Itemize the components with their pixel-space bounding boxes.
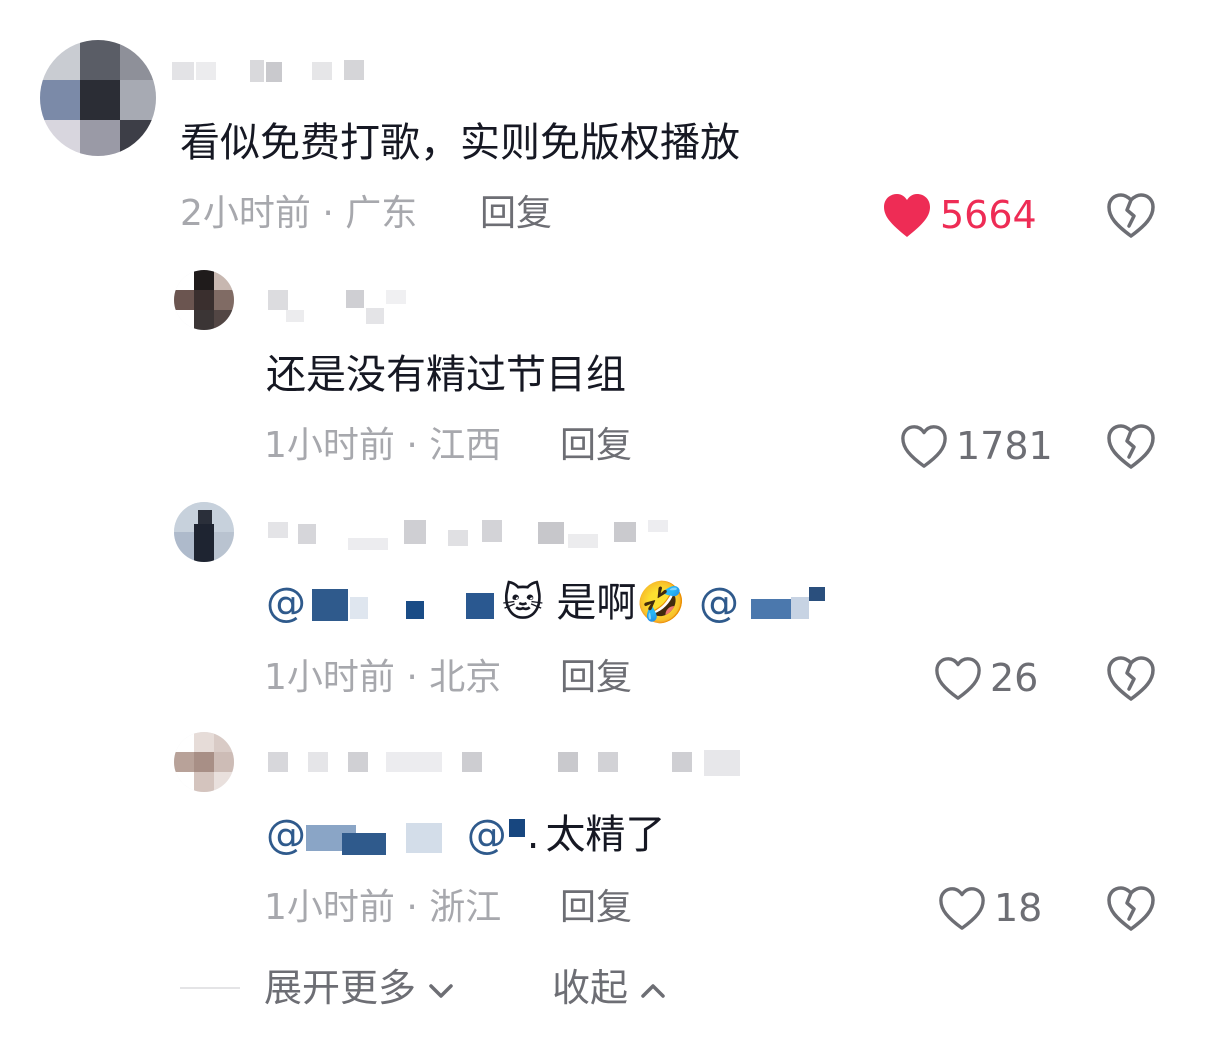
broken-heart-icon[interactable] <box>1106 886 1156 932</box>
comment-meta: 1小时前 · 北京 <box>264 656 501 700</box>
like-count: 26 <box>990 656 1039 700</box>
expand-more-label: 展开更多 <box>264 966 417 1010</box>
reply-button[interactable]: 回复 <box>560 656 632 700</box>
mention-name-blurred <box>739 587 829 623</box>
like-count: 5664 <box>940 193 1037 237</box>
username-blurred[interactable] <box>172 58 372 88</box>
comment-text: @ 🐱 是啊🤣 @ <box>266 578 829 628</box>
heart-outline-icon[interactable] <box>900 424 948 470</box>
mention-name-blurred <box>306 587 496 623</box>
comment-location: 江西 <box>429 425 502 466</box>
username-blurred[interactable] <box>268 290 418 324</box>
comment-text-mid: 是啊 <box>556 580 637 626</box>
mention[interactable]: @ <box>699 580 829 626</box>
comment-text: @ @ . 太精了 <box>266 810 665 860</box>
meta-separator: · <box>394 887 430 928</box>
reply-button[interactable]: 回复 <box>480 192 552 236</box>
broken-heart-icon[interactable] <box>1106 424 1156 470</box>
mention-name-blurred <box>507 819 527 855</box>
emoji-cat: 🐱 <box>502 580 544 626</box>
comment-text: 看似免费打歌，实则免版权播放 <box>180 120 740 166</box>
comment-text-tail: 太精了 <box>545 812 666 858</box>
collapse-label: 收起 <box>552 966 629 1010</box>
mention-suffix: . <box>526 812 540 858</box>
comment-time: 1小时前 <box>264 887 395 928</box>
avatar[interactable] <box>40 40 156 156</box>
broken-heart-icon[interactable] <box>1106 193 1156 239</box>
mention[interactable]: @ <box>467 812 527 858</box>
comment-time: 1小时前 <box>264 425 395 466</box>
comment-text: 还是没有精过节目组 <box>266 352 626 398</box>
comment-time: 2小时前 <box>180 193 311 234</box>
avatar[interactable] <box>174 732 234 792</box>
avatar[interactable] <box>174 270 234 330</box>
heart-outline-icon[interactable] <box>934 656 982 702</box>
mention[interactable]: @ <box>266 812 446 858</box>
meta-separator: · <box>394 425 430 466</box>
mention-name-blurred <box>306 819 446 855</box>
chevron-up-icon <box>641 983 665 998</box>
reply-button[interactable]: 回复 <box>560 424 632 468</box>
mention[interactable]: @ <box>266 580 496 626</box>
emoji-laugh: 🤣 <box>636 580 687 626</box>
mention-at: @ <box>466 812 507 858</box>
comment-time: 1小时前 <box>264 657 395 698</box>
comment-location: 广东 <box>345 193 418 234</box>
mention-at: @ <box>698 580 739 626</box>
comment-meta: 1小时前 · 浙江 <box>264 886 501 930</box>
like-count: 1781 <box>956 424 1053 468</box>
comment-location: 北京 <box>429 657 502 698</box>
chevron-down-icon <box>429 983 453 998</box>
meta-separator: · <box>310 193 346 234</box>
mention-at: @ <box>266 812 306 858</box>
collapse-button[interactable]: 收起 <box>552 966 666 1010</box>
avatar[interactable] <box>174 502 234 562</box>
expand-more-button[interactable]: 展开更多 <box>264 966 454 1010</box>
comment-meta: 1小时前 · 江西 <box>264 424 501 468</box>
comment-location: 浙江 <box>429 887 502 928</box>
comment-meta: 2小时前 · 广东 <box>180 192 417 236</box>
username-blurred[interactable] <box>268 520 688 550</box>
reply-button[interactable]: 回复 <box>560 886 632 930</box>
heart-outline-icon[interactable] <box>938 886 986 932</box>
broken-heart-icon[interactable] <box>1106 656 1156 702</box>
like-count: 18 <box>994 886 1043 930</box>
mention-at: @ <box>266 580 306 626</box>
meta-separator: · <box>394 657 430 698</box>
footer-divider <box>180 987 240 989</box>
username-blurred[interactable] <box>268 750 748 780</box>
heart-filled-icon[interactable] <box>882 193 932 239</box>
